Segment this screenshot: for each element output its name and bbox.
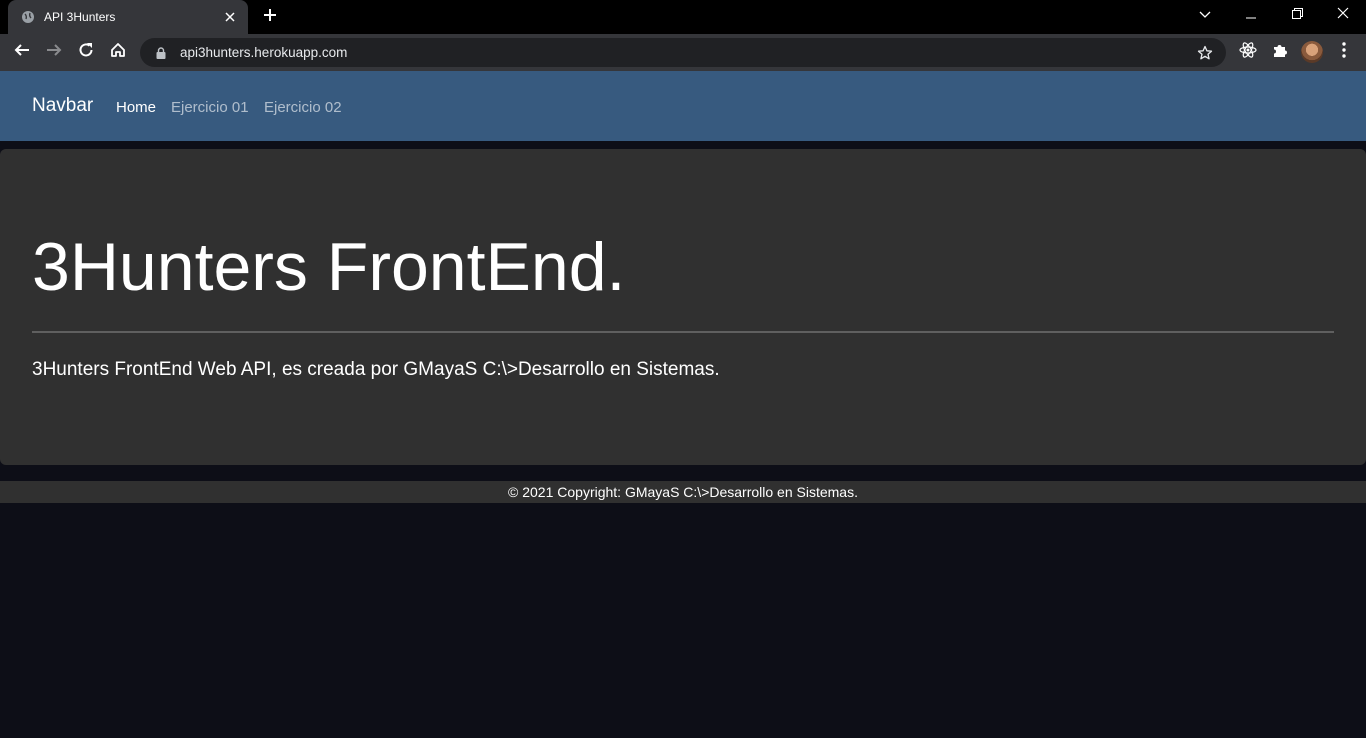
extensions-button[interactable] [1268,40,1292,64]
browser-menu-button[interactable] [1332,40,1356,64]
puzzle-icon [1272,42,1288,63]
page-title: 3Hunters FrontEnd. [32,229,626,305]
globe-icon [20,9,36,25]
react-devtools-extension[interactable] [1236,40,1260,64]
footer-copyright: © 2021 Copyright: GMayaS C:\>Desarrollo … [508,484,858,500]
jumbotron: 3Hunters FrontEnd. 3Hunters FrontEnd Web… [0,149,1366,465]
forward-button[interactable] [42,40,66,64]
browser-toolbar: api3hunters.herokuapp.com [0,34,1366,71]
tab-strip: API 3Hunters [0,0,1366,34]
address-bar[interactable]: api3hunters.herokuapp.com [140,38,1226,67]
star-icon[interactable] [1196,44,1214,62]
new-tab-button[interactable] [260,7,280,27]
tab-search-button[interactable] [1182,0,1228,30]
nav-link-home[interactable]: Home [116,99,156,116]
nav-link-ejercicio-01[interactable]: Ejercicio 01 [171,99,249,116]
avatar[interactable] [1301,41,1323,63]
footer: © 2021 Copyright: GMayaS C:\>Desarrollo … [0,481,1366,503]
back-button[interactable] [10,40,34,64]
chevron-down-icon [1199,6,1211,24]
browser-tab[interactable]: API 3Hunters [8,0,248,34]
close-icon [1337,6,1349,24]
plus-icon [263,8,277,27]
nav-link-ejercicio-02[interactable]: Ejercicio 02 [264,99,342,116]
navbar-brand[interactable]: Navbar [32,95,93,117]
close-icon[interactable] [222,9,238,25]
forward-icon [46,42,62,63]
minimize-button[interactable] [1228,0,1274,30]
divider [32,331,1334,333]
react-icon [1239,41,1257,64]
lead-text: 3Hunters FrontEnd Web API, es creada por… [32,359,720,380]
url-text[interactable]: api3hunters.herokuapp.com [180,45,1196,60]
back-icon [14,42,30,63]
home-button[interactable] [106,40,130,64]
minimize-icon [1246,6,1256,24]
lock-icon[interactable] [154,46,168,60]
restore-button[interactable] [1274,0,1320,30]
more-vert-icon [1342,41,1346,63]
tab-title: API 3Hunters [44,10,116,24]
window-close-button[interactable] [1320,0,1366,30]
home-icon [110,42,126,63]
restore-icon [1291,6,1303,24]
reload-button[interactable] [74,40,98,64]
navbar: Navbar Home Ejercicio 01 Ejercicio 02 [0,71,1366,141]
reload-icon [78,42,94,63]
